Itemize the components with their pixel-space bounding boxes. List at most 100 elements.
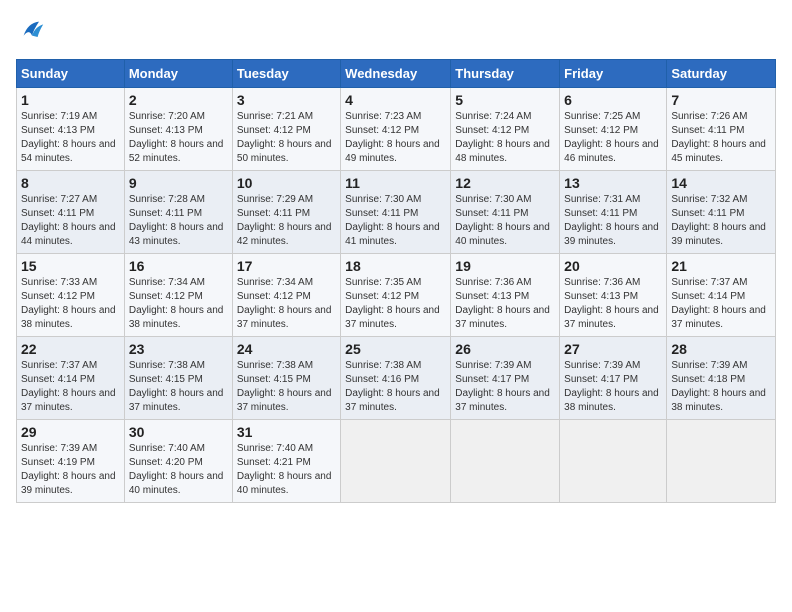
calendar-cell: 14 Sunrise: 7:32 AMSunset: 4:11 PMDayligh… bbox=[667, 171, 776, 254]
day-info: Sunrise: 7:30 AMSunset: 4:11 PMDaylight:… bbox=[345, 194, 440, 247]
day-info: Sunrise: 7:38 AMSunset: 4:16 PMDaylight:… bbox=[345, 360, 440, 413]
day-info: Sunrise: 7:36 AMSunset: 4:13 PMDaylight:… bbox=[564, 277, 659, 330]
day-info: Sunrise: 7:39 AMSunset: 4:19 PMDaylight:… bbox=[21, 443, 116, 496]
day-number: 5 bbox=[455, 92, 555, 108]
day-info: Sunrise: 7:39 AMSunset: 4:18 PMDaylight:… bbox=[671, 360, 766, 413]
day-info: Sunrise: 7:21 AMSunset: 4:12 PMDaylight:… bbox=[237, 111, 332, 164]
day-number: 26 bbox=[455, 341, 555, 357]
calendar-cell bbox=[451, 420, 560, 503]
calendar-cell: 19 Sunrise: 7:36 AMSunset: 4:13 PMDayligh… bbox=[451, 254, 560, 337]
calendar-cell: 21Sunrise: 7:37 AMSunset: 4:14 PMDayligh… bbox=[667, 254, 776, 337]
calendar-week-4: 22 Sunrise: 7:37 AMSunset: 4:14 PMDayligh… bbox=[17, 337, 776, 420]
calendar-cell: 31 Sunrise: 7:40 AMSunset: 4:21 PMDayligh… bbox=[232, 420, 340, 503]
calendar-cell: 8 Sunrise: 7:27 AMSunset: 4:11 PMDaylight… bbox=[17, 171, 125, 254]
logo-bird-icon bbox=[18, 16, 46, 44]
calendar-cell: 20 Sunrise: 7:36 AMSunset: 4:13 PMDayligh… bbox=[560, 254, 667, 337]
calendar-cell: 15Sunrise: 7:33 AMSunset: 4:12 PMDayligh… bbox=[17, 254, 125, 337]
day-number: 30 bbox=[129, 424, 228, 440]
weekday-header-monday: Monday bbox=[124, 60, 232, 88]
day-info: Sunrise: 7:30 AMSunset: 4:11 PMDaylight:… bbox=[455, 194, 550, 247]
day-info: Sunrise: 7:29 AMSunset: 4:11 PMDaylight:… bbox=[237, 194, 332, 247]
day-info: Sunrise: 7:34 AMSunset: 4:12 PMDaylight:… bbox=[237, 277, 332, 330]
calendar-week-1: 1 Sunrise: 7:19 AMSunset: 4:13 PMDaylight… bbox=[17, 88, 776, 171]
day-info: Sunrise: 7:40 AMSunset: 4:20 PMDaylight:… bbox=[129, 443, 224, 496]
page-header bbox=[16, 16, 776, 49]
day-info: Sunrise: 7:33 AMSunset: 4:12 PMDaylight:… bbox=[21, 277, 116, 330]
weekday-header-saturday: Saturday bbox=[667, 60, 776, 88]
day-number: 1 bbox=[21, 92, 120, 108]
calendar-cell: 6Sunrise: 7:25 AMSunset: 4:12 PMDaylight… bbox=[560, 88, 667, 171]
day-number: 28 bbox=[671, 341, 771, 357]
day-number: 7 bbox=[671, 92, 771, 108]
day-info: Sunrise: 7:39 AMSunset: 4:17 PMDaylight:… bbox=[455, 360, 550, 413]
calendar-cell bbox=[667, 420, 776, 503]
day-info: Sunrise: 7:20 AMSunset: 4:13 PMDaylight:… bbox=[129, 111, 224, 164]
day-number: 9 bbox=[129, 175, 228, 191]
day-info: Sunrise: 7:36 AMSunset: 4:13 PMDaylight:… bbox=[455, 277, 550, 330]
day-number: 25 bbox=[345, 341, 446, 357]
calendar-week-3: 15Sunrise: 7:33 AMSunset: 4:12 PMDayligh… bbox=[17, 254, 776, 337]
calendar-cell: 11Sunrise: 7:30 AMSunset: 4:11 PMDayligh… bbox=[341, 171, 451, 254]
calendar-cell: 12Sunrise: 7:30 AMSunset: 4:11 PMDayligh… bbox=[451, 171, 560, 254]
calendar-cell: 26 Sunrise: 7:39 AMSunset: 4:17 PMDayligh… bbox=[451, 337, 560, 420]
day-number: 3 bbox=[237, 92, 336, 108]
logo bbox=[16, 16, 46, 49]
calendar-cell: 25 Sunrise: 7:38 AMSunset: 4:16 PMDayligh… bbox=[341, 337, 451, 420]
day-number: 13 bbox=[564, 175, 662, 191]
day-number: 29 bbox=[21, 424, 120, 440]
day-number: 27 bbox=[564, 341, 662, 357]
day-info: Sunrise: 7:23 AMSunset: 4:12 PMDaylight:… bbox=[345, 111, 440, 164]
day-number: 17 bbox=[237, 258, 336, 274]
calendar-cell: 9 Sunrise: 7:28 AMSunset: 4:11 PMDaylight… bbox=[124, 171, 232, 254]
calendar-cell: 29 Sunrise: 7:39 AMSunset: 4:19 PMDayligh… bbox=[17, 420, 125, 503]
calendar-cell: 22 Sunrise: 7:37 AMSunset: 4:14 PMDayligh… bbox=[17, 337, 125, 420]
calendar-cell: 28 Sunrise: 7:39 AMSunset: 4:18 PMDayligh… bbox=[667, 337, 776, 420]
calendar-cell bbox=[341, 420, 451, 503]
calendar-week-5: 29 Sunrise: 7:39 AMSunset: 4:19 PMDayligh… bbox=[17, 420, 776, 503]
calendar-cell: 24 Sunrise: 7:38 AMSunset: 4:15 PMDayligh… bbox=[232, 337, 340, 420]
day-info: Sunrise: 7:28 AMSunset: 4:11 PMDaylight:… bbox=[129, 194, 224, 247]
day-number: 2 bbox=[129, 92, 228, 108]
weekday-header-tuesday: Tuesday bbox=[232, 60, 340, 88]
calendar-cell: 10 Sunrise: 7:29 AMSunset: 4:11 PMDayligh… bbox=[232, 171, 340, 254]
day-info: Sunrise: 7:24 AMSunset: 4:12 PMDaylight:… bbox=[455, 111, 550, 164]
calendar-cell: 27 Sunrise: 7:39 AMSunset: 4:17 PMDayligh… bbox=[560, 337, 667, 420]
day-info: Sunrise: 7:38 AMSunset: 4:15 PMDaylight:… bbox=[237, 360, 332, 413]
calendar-table: SundayMondayTuesdayWednesdayThursdayFrid… bbox=[16, 59, 776, 503]
day-number: 24 bbox=[237, 341, 336, 357]
day-number: 14 bbox=[671, 175, 771, 191]
weekday-header-sunday: Sunday bbox=[17, 60, 125, 88]
day-number: 10 bbox=[237, 175, 336, 191]
day-number: 23 bbox=[129, 341, 228, 357]
day-number: 6 bbox=[564, 92, 662, 108]
calendar-week-2: 8 Sunrise: 7:27 AMSunset: 4:11 PMDaylight… bbox=[17, 171, 776, 254]
day-number: 31 bbox=[237, 424, 336, 440]
day-info: Sunrise: 7:32 AMSunset: 4:11 PMDaylight:… bbox=[671, 194, 766, 247]
day-number: 18 bbox=[345, 258, 446, 274]
day-info: Sunrise: 7:27 AMSunset: 4:11 PMDaylight:… bbox=[21, 194, 116, 247]
calendar-cell: 17 Sunrise: 7:34 AMSunset: 4:12 PMDayligh… bbox=[232, 254, 340, 337]
day-number: 20 bbox=[564, 258, 662, 274]
weekday-header-friday: Friday bbox=[560, 60, 667, 88]
day-info: Sunrise: 7:19 AMSunset: 4:13 PMDaylight:… bbox=[21, 111, 116, 164]
day-number: 19 bbox=[455, 258, 555, 274]
calendar-cell: 1 Sunrise: 7:19 AMSunset: 4:13 PMDaylight… bbox=[17, 88, 125, 171]
day-number: 22 bbox=[21, 341, 120, 357]
day-info: Sunrise: 7:31 AMSunset: 4:11 PMDaylight:… bbox=[564, 194, 659, 247]
day-info: Sunrise: 7:38 AMSunset: 4:15 PMDaylight:… bbox=[129, 360, 224, 413]
calendar-cell: 23 Sunrise: 7:38 AMSunset: 4:15 PMDayligh… bbox=[124, 337, 232, 420]
day-info: Sunrise: 7:34 AMSunset: 4:12 PMDaylight:… bbox=[129, 277, 224, 330]
day-info: Sunrise: 7:40 AMSunset: 4:21 PMDaylight:… bbox=[237, 443, 332, 496]
calendar-cell: 3 Sunrise: 7:21 AMSunset: 4:12 PMDaylight… bbox=[232, 88, 340, 171]
weekday-header-thursday: Thursday bbox=[451, 60, 560, 88]
weekday-header-wednesday: Wednesday bbox=[341, 60, 451, 88]
day-info: Sunrise: 7:37 AMSunset: 4:14 PMDaylight:… bbox=[671, 277, 766, 330]
day-info: Sunrise: 7:39 AMSunset: 4:17 PMDaylight:… bbox=[564, 360, 659, 413]
calendar-cell bbox=[560, 420, 667, 503]
day-number: 4 bbox=[345, 92, 446, 108]
calendar-cell: 2 Sunrise: 7:20 AMSunset: 4:13 PMDaylight… bbox=[124, 88, 232, 171]
day-info: Sunrise: 7:35 AMSunset: 4:12 PMDaylight:… bbox=[345, 277, 440, 330]
calendar-cell: 5 Sunrise: 7:24 AMSunset: 4:12 PMDaylight… bbox=[451, 88, 560, 171]
day-number: 8 bbox=[21, 175, 120, 191]
day-info: Sunrise: 7:37 AMSunset: 4:14 PMDaylight:… bbox=[21, 360, 116, 413]
